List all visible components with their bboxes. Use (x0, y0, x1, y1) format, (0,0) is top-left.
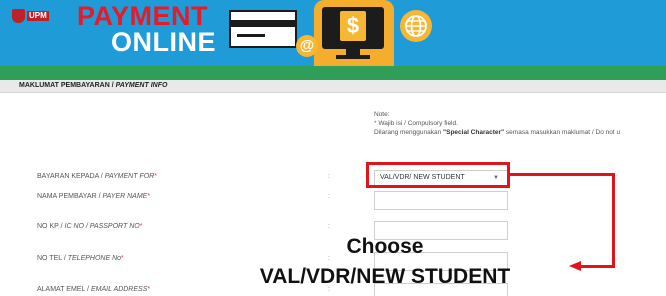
section-title: MAKLUMAT PEMBAYARAN / PAYMENT INFO (19, 82, 168, 89)
crest-icon (12, 9, 25, 23)
label-ic-passport: NO KP / IC NO / PASSPORT NO* (37, 223, 143, 230)
callout-line1: Choose (346, 235, 424, 258)
arrow-line (510, 173, 615, 176)
note-required: * Wajib isi / Compulsory field. (374, 120, 458, 127)
colon: : (328, 173, 330, 180)
green-divider (0, 66, 666, 80)
banner-title-online: ONLINE (111, 27, 217, 57)
colon: : (328, 193, 330, 200)
label-payment-for: BAYARAN KEPADA / PAYMENT FOR* (37, 173, 157, 180)
label-telephone: NO TEL / TELEPHONE No* (37, 255, 124, 262)
callout-line2: VAL/VDR/NEW STUDENT (259, 265, 511, 288)
banner-title-payment: PAYMENT (77, 1, 209, 31)
header-banner: UPM PAYMENT ONLINE @ $ (0, 0, 666, 66)
note-heading: Note: (374, 111, 390, 118)
logo-text: UPM (27, 11, 49, 21)
label-email: ALAMAT EMEL / EMAIL ADDRESS* (37, 286, 151, 293)
globe-icon (400, 10, 432, 42)
instruction-callout: Choose VAL/VDR/NEW STUDENT (190, 232, 580, 292)
arrow-line (580, 265, 615, 268)
label-payer-name: NAMA PEMBAYAR / PAYER NAME* (37, 193, 151, 200)
arrow-line (612, 173, 615, 268)
payer-name-input[interactable] (374, 191, 508, 210)
upm-logo: UPM (12, 9, 49, 23)
colon: : (328, 223, 330, 230)
dollar-icon: $ (340, 11, 366, 41)
form-note: Note: * Wajib isi / Compulsory field. Di… (374, 110, 620, 137)
at-icon: @ (296, 35, 318, 57)
highlight-box (366, 162, 510, 188)
credit-card-icon (229, 10, 297, 48)
note-special-character: Dilarang menggunakan "Special Character"… (374, 129, 621, 136)
